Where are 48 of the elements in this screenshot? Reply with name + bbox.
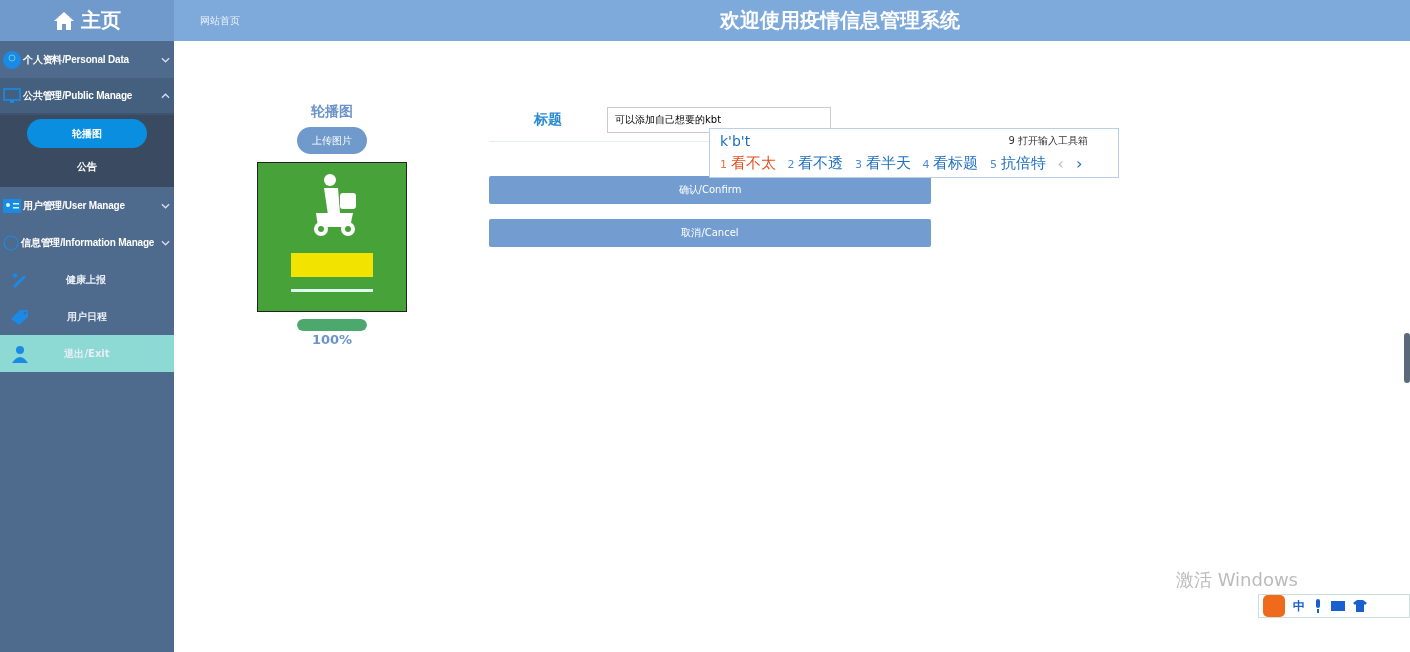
title-input[interactable]: 可以添加自己想要的kbt bbox=[607, 107, 831, 133]
chevron-icon bbox=[161, 239, 170, 246]
confirm-button[interactable]: 确认/Confirm bbox=[489, 176, 931, 204]
ime-toolbox-link[interactable]: 9 打开输入工具箱 bbox=[1008, 134, 1088, 148]
submenu-item[interactable]: 公告 bbox=[27, 152, 147, 181]
tag-icon bbox=[10, 307, 30, 326]
page-title: 欢迎使用疫情信息管理系统 bbox=[720, 7, 960, 34]
ime-next-button[interactable]: › bbox=[1075, 153, 1083, 173]
pencil-icon bbox=[10, 270, 28, 289]
section-heading: 轮播图 bbox=[311, 103, 353, 121]
home-link[interactable]: 主页 bbox=[0, 0, 174, 41]
shirt-icon[interactable] bbox=[1353, 600, 1367, 612]
id-card-icon bbox=[3, 198, 21, 213]
progress-reading: 100% bbox=[311, 332, 353, 347]
scroll-handle[interactable] bbox=[1404, 333, 1410, 383]
menu-item-label: 用户日程 bbox=[66, 309, 108, 324]
user-icon bbox=[3, 50, 21, 69]
field-label: 标题 bbox=[533, 111, 563, 129]
menu-group[interactable]: 公共管理/Public Manage bbox=[0, 78, 174, 115]
submenu-item[interactable]: 轮播图 bbox=[27, 119, 147, 148]
ime-composition: k'b't bbox=[720, 133, 751, 149]
users-icon bbox=[10, 344, 30, 363]
menu-group-label: 公共管理/Public Manage bbox=[23, 88, 133, 103]
menu-group-label: 用户管理/User Manage bbox=[23, 198, 125, 213]
cancel-button[interactable]: 取消/Cancel bbox=[489, 219, 931, 247]
menu-group[interactable]: 信息管理/Information Manage bbox=[0, 224, 174, 261]
menu-item-label: 健康上报 bbox=[65, 272, 107, 287]
chevron-icon bbox=[161, 56, 170, 63]
menu-item[interactable]: 用户日程 bbox=[0, 298, 174, 335]
input-mode-toggle[interactable]: 中 bbox=[1293, 597, 1305, 615]
upload-button[interactable]: 上传图片 bbox=[297, 127, 367, 154]
chevron-icon bbox=[161, 202, 170, 209]
menu-group-label: 个人资料/Personal Data bbox=[23, 52, 129, 67]
menu-group[interactable]: 个人资料/Personal Data bbox=[0, 41, 174, 78]
ime-candidate[interactable]: 1 看不太 bbox=[720, 153, 776, 173]
menu-item[interactable]: 健康上报 bbox=[0, 261, 174, 298]
ime-candidate[interactable]: 5 抗倍特 bbox=[990, 153, 1046, 173]
ime-candidate[interactable]: 2 看不透 bbox=[787, 153, 843, 173]
info-icon bbox=[3, 234, 19, 251]
menu-item-label: 退出/Exit bbox=[63, 346, 111, 361]
ime-candidate[interactable]: 4 看标题 bbox=[922, 153, 978, 173]
activation-notice: 激活 Windows bbox=[1175, 568, 1298, 592]
ime-candidate[interactable]: 3 看半天 bbox=[855, 153, 911, 173]
menu-group[interactable]: 用户管理/User Manage bbox=[0, 187, 174, 224]
chevron-icon bbox=[161, 92, 170, 99]
home-icon bbox=[53, 10, 75, 31]
menu-group-label: 信息管理/Information Manage bbox=[21, 235, 155, 250]
monitor-icon bbox=[3, 87, 21, 104]
